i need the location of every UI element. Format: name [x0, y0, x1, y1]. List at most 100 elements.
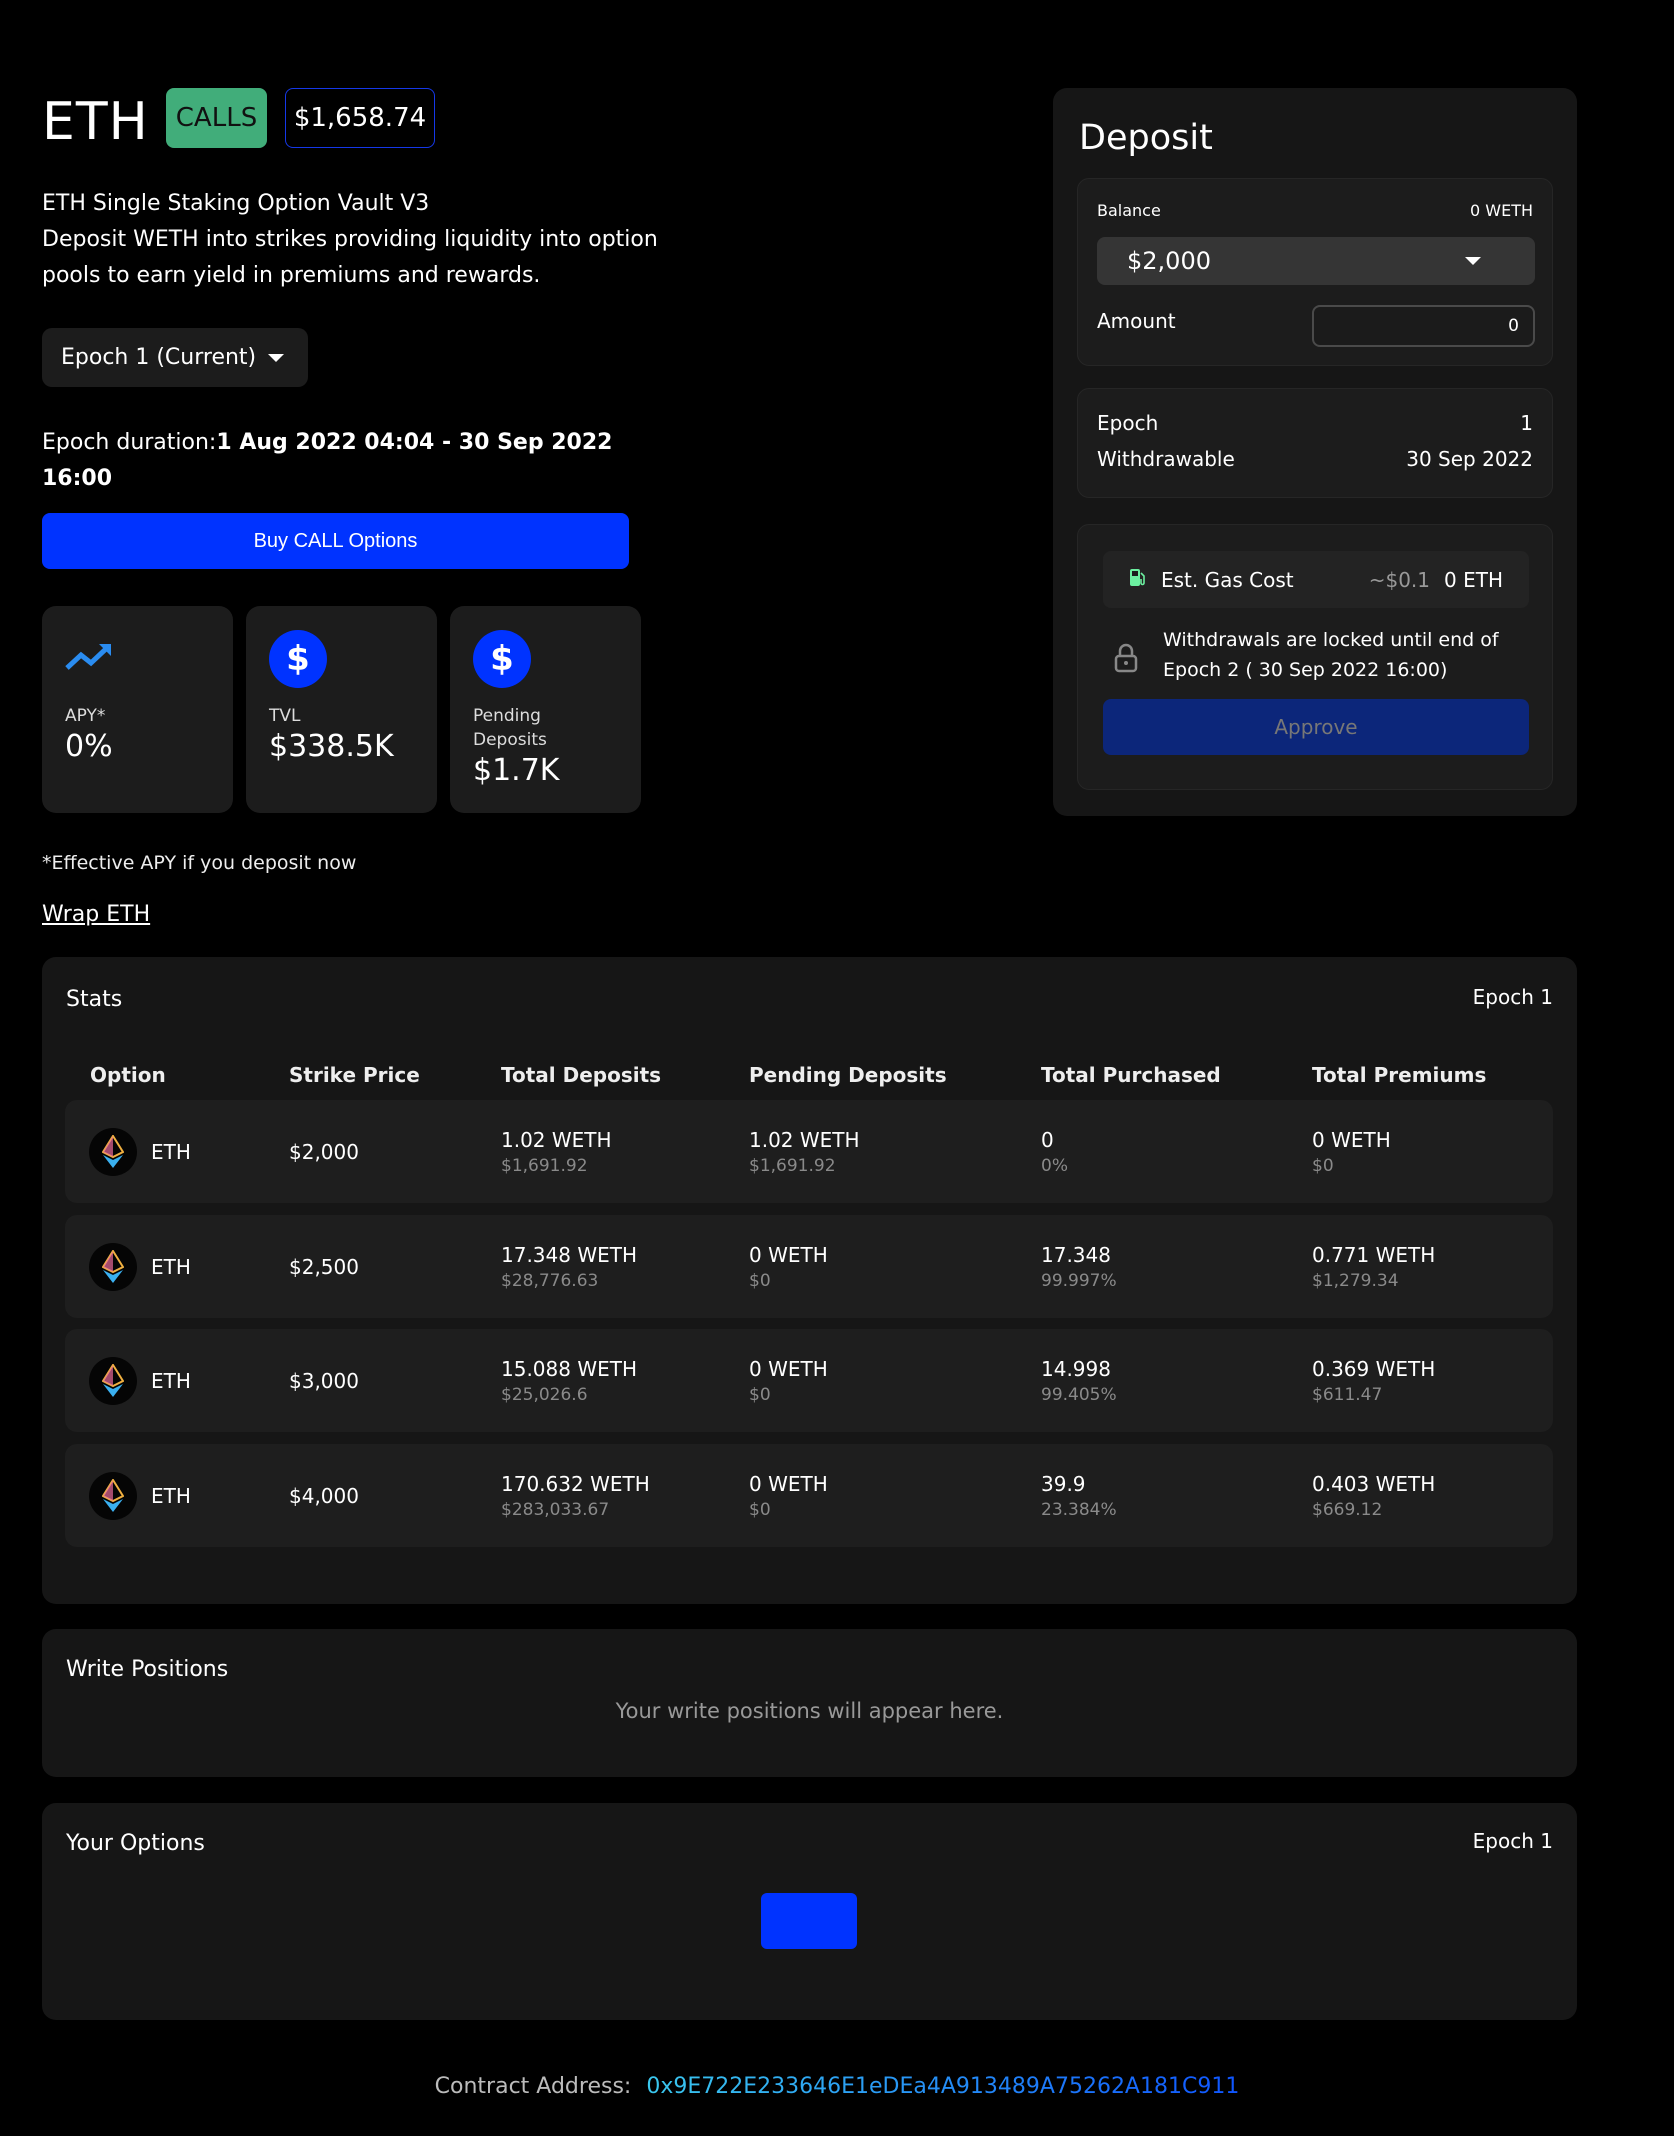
wrap-eth-link[interactable]: Wrap ETH	[42, 902, 150, 927]
gas-cost-row: Est. Gas Cost ~$0.1 0 ETH	[1103, 551, 1529, 608]
asset-price: $1,658.74	[285, 88, 435, 148]
purchased-pct-value: 23.384%	[1041, 1499, 1117, 1520]
option-cell: ETH	[89, 1444, 191, 1547]
calls-badge: CALLS	[166, 88, 267, 148]
stats-epoch: Epoch 1	[1472, 985, 1553, 1009]
gas-eth: 0 ETH	[1444, 567, 1503, 592]
contract-address: Contract Address: 0x9E722E233646E1eDEa4A…	[0, 2074, 1674, 2099]
premiums-cell: 0.771 WETH $1,279.34	[1312, 1215, 1435, 1318]
purchased-pct-value: 99.997%	[1041, 1270, 1117, 1291]
epoch-info: Epoch 1 Withdrawable 30 Sep 2022	[1077, 388, 1553, 498]
strike-cell: $3,000	[289, 1329, 359, 1432]
column-header: Total Deposits	[501, 1063, 662, 1087]
asset-title: ETH	[42, 92, 149, 152]
strike-select-value: $2,000	[1127, 247, 1211, 275]
duration-label: Epoch duration:	[42, 430, 217, 455]
vault-name: ETH Single Staking Option Vault V3	[42, 191, 430, 216]
strike-price: $2,000	[289, 1139, 359, 1164]
premiums-value: 0.369 WETH	[1312, 1356, 1436, 1381]
pending-cell: 1.02 WETH $1,691.92	[749, 1100, 860, 1203]
option-cell: ETH	[89, 1329, 191, 1432]
purchased-cell: 39.9 23.384%	[1041, 1444, 1117, 1547]
withdrawable-label: Withdrawable	[1097, 447, 1235, 471]
deposits-cell: 15.088 WETH $25,026.6	[501, 1329, 637, 1432]
purchased-cell: 17.348 99.997%	[1041, 1215, 1117, 1318]
approve-button[interactable]: Approve	[1103, 699, 1529, 755]
purchased-value: 39.9	[1041, 1471, 1086, 1496]
write-positions-empty: Your write positions will appear here.	[615, 1699, 1004, 1723]
caret-down-icon	[1465, 257, 1481, 265]
deposits-value: 1.02 WETH	[501, 1127, 612, 1152]
card-value: $1.7K	[473, 753, 560, 788]
strike-cell: $2,500	[289, 1215, 359, 1318]
deposits-usd-value: $28,776.63	[501, 1270, 599, 1291]
pending-cell: 0 WETH $0	[749, 1329, 828, 1432]
vault-summary: Deposit WETH into strikes providing liqu…	[42, 227, 658, 288]
gas-label: Est. Gas Cost	[1161, 567, 1294, 592]
strike-select[interactable]: $2,000	[1097, 237, 1535, 285]
contract-address-link[interactable]: 0x9E722E233646E1eDEa4A913489A75262A181C9…	[646, 2074, 1239, 2099]
approve-section: Est. Gas Cost ~$0.1 0 ETH Withdrawals ar…	[1077, 524, 1553, 790]
deposit-panel: Deposit Balance 0 WETH $2,000 Amount Epoc…	[1053, 88, 1577, 816]
premiums-cell: 0.369 WETH $611.47	[1312, 1329, 1435, 1432]
lock-icon	[1114, 643, 1138, 677]
purchased-cell: 0 0%	[1041, 1100, 1068, 1203]
stats-title: Stats	[66, 987, 123, 1012]
option-cell: ETH	[89, 1100, 191, 1203]
your-options-panel: Your Options Epoch 1	[42, 1803, 1577, 2020]
card-label: APY*	[65, 706, 106, 726]
gas-pump-icon	[1129, 567, 1147, 592]
card-label: Pending Deposits	[473, 706, 547, 750]
trending-up-icon	[65, 630, 210, 688]
balance-label: Balance	[1097, 201, 1161, 220]
deposits-usd-value: $283,033.67	[501, 1499, 610, 1520]
your-options-title: Your Options	[66, 1831, 205, 1856]
option-cell: ETH	[89, 1215, 191, 1318]
card-value: 0%	[65, 729, 113, 764]
premiums-usd-value: $611.47	[1312, 1384, 1383, 1405]
eth-logo-icon	[89, 1356, 137, 1405]
premiums-usd-value: $1,279.34	[1312, 1270, 1399, 1291]
amount-label: Amount	[1097, 309, 1176, 333]
card-value: $338.5K	[269, 729, 394, 764]
apy-note: *Effective APY if you deposit now	[42, 852, 357, 874]
purchased-value: 17.348	[1041, 1242, 1111, 1267]
pending-value: 1.02 WETH	[749, 1127, 860, 1152]
purchased-value: 14.998	[1041, 1356, 1111, 1381]
buy-call-options-button[interactable]: Buy CALL Options	[42, 513, 629, 569]
premiums-usd-value: $669.12	[1312, 1499, 1383, 1520]
purchased-value: 0	[1041, 1127, 1054, 1152]
pending-usd-value: $0	[749, 1270, 771, 1291]
purchased-pct-value: 99.405%	[1041, 1384, 1117, 1405]
epoch-select-value: Epoch 1 (Current)	[61, 345, 257, 370]
deposits-usd-value: $1,691.92	[501, 1155, 588, 1176]
strike-price: $2,500	[289, 1254, 359, 1279]
deposits-value: 170.632 WETH	[501, 1471, 650, 1496]
epoch-duration: Epoch duration:1 Aug 2022 04:04 - 30 Sep…	[42, 425, 662, 497]
eth-logo-icon	[89, 1242, 137, 1291]
pending-usd-value: $0	[749, 1499, 771, 1520]
pending-usd-value: $1,691.92	[749, 1155, 836, 1176]
table-row: ETH $4,000 170.632 WETH $283,033.67 0 WETH $…	[65, 1444, 1553, 1547]
premiums-cell: 0.403 WETH $669.12	[1312, 1444, 1435, 1547]
deposits-cell: 170.632 WETH $283,033.67	[501, 1444, 650, 1547]
epoch-select[interactable]: Epoch 1 (Current)	[42, 328, 308, 387]
amount-input[interactable]	[1312, 305, 1535, 347]
pending-cell: 0 WETH $0	[749, 1215, 828, 1318]
pending-deposits-card: $ Pending Deposits $1.7K	[450, 606, 641, 813]
option-name: ETH	[151, 1368, 191, 1393]
caret-down-icon	[268, 353, 285, 362]
option-name: ETH	[151, 1483, 191, 1508]
deposit-title: Deposit	[1079, 118, 1213, 158]
pending-value: 0 WETH	[749, 1471, 828, 1496]
premiums-value: 0 WETH	[1312, 1127, 1391, 1152]
vault-description: ETH Single Staking Option Vault V3 Depos…	[42, 186, 742, 294]
deposit-form: Balance 0 WETH $2,000 Amount	[1077, 178, 1553, 366]
withdrawal-lock-notice: Withdrawals are locked until end of Epoc…	[1163, 629, 1499, 681]
table-row: ETH $3,000 15.088 WETH $25,026.6 0 WETH $0 14…	[65, 1329, 1553, 1432]
options-action-button[interactable]	[761, 1893, 857, 1949]
dollar-icon: $	[473, 630, 531, 688]
balance-value: 0 WETH	[1470, 201, 1533, 220]
gas-usd: ~$0.1	[1368, 567, 1431, 592]
premiums-value: 0.771 WETH	[1312, 1242, 1436, 1267]
